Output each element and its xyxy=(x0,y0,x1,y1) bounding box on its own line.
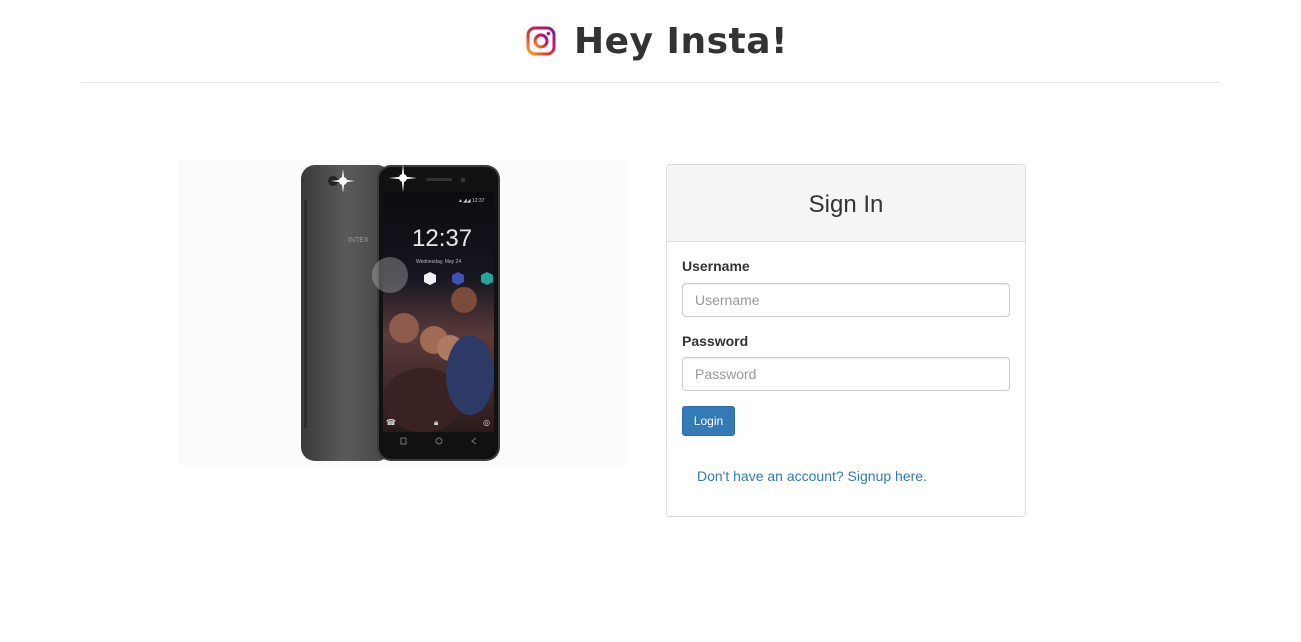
signin-panel-heading: Sign In xyxy=(667,165,1025,242)
signup-link[interactable]: Don't have an account? Signup here. xyxy=(697,468,927,484)
svg-text:INTEX: INTEX xyxy=(348,237,369,244)
login-button[interactable]: Login xyxy=(682,406,735,436)
svg-text:☎: ☎ xyxy=(386,418,396,427)
phone-screen-date: Wednesday, May 24 xyxy=(416,259,461,265)
page-title: Hey Insta! xyxy=(574,20,788,62)
signin-panel: Sign In Username Password Login Don't ha… xyxy=(666,164,1026,517)
username-input[interactable] xyxy=(682,283,1010,317)
brand: Hey Insta! xyxy=(526,18,788,64)
password-input[interactable] xyxy=(682,357,1010,391)
signin-title: Sign In xyxy=(808,191,884,218)
smartphone-image: INTEX ▲◢◢ 12:37 12:37 Wednesday, May 24 … xyxy=(178,160,628,465)
password-label: Password xyxy=(682,333,749,349)
header-divider xyxy=(81,82,1220,83)
page-header: Hey Insta! xyxy=(0,0,1301,83)
instagram-icon xyxy=(526,26,556,56)
username-label: Username xyxy=(682,258,750,274)
svg-text:◎: ◎ xyxy=(483,418,490,427)
phone-screen-time: 12:37 xyxy=(412,225,472,252)
svg-text:▲◢◢ 12:37: ▲◢◢ 12:37 xyxy=(458,198,485,204)
svg-text:🔒︎: 🔒︎ xyxy=(434,418,438,427)
